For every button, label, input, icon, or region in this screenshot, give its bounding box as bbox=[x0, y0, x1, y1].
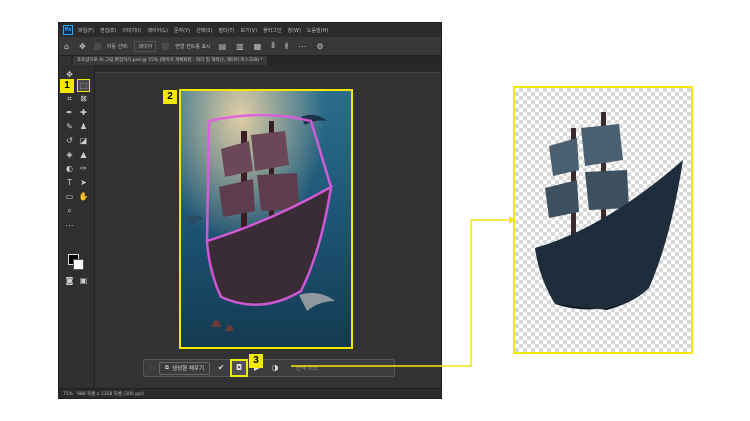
options-bar: ⌂ ✥ 자동 선택: 레이어 변형 컨트롤 표시 ▤ ▥ ▦ ⫴ ⫵ ⋯ ⚙ bbox=[59, 37, 441, 56]
document-size: 988 픽셀 x 1358 픽셀 (300 ppi) bbox=[77, 392, 144, 397]
contextual-task-bar: ⋮ ⧉ 생성형 채우기 ✔ ◘ ▶ ◑ 선택 취소 bbox=[143, 359, 395, 377]
menu-edit[interactable]: 편집(E) bbox=[100, 27, 116, 34]
frame-tool-icon[interactable]: ⊠ bbox=[78, 93, 89, 104]
auto-select-label: 자동 선택: bbox=[106, 43, 129, 50]
photoshop-logo: Ps bbox=[63, 25, 73, 35]
hand-tool-icon[interactable]: ✋ bbox=[78, 191, 89, 202]
blur-tool-icon[interactable]: ▲ bbox=[78, 149, 89, 160]
stamp-tool-icon[interactable]: ♟ bbox=[78, 121, 89, 132]
adjustment-icon[interactable]: ◑ bbox=[268, 361, 282, 375]
document-tab[interactable]: 포토샵으로 AI 그림 편집하기.psd @ 75% (레이어 개체화된 : 피… bbox=[73, 56, 267, 65]
drag-handle-icon[interactable]: ⋮ bbox=[147, 364, 154, 372]
move-tool-icon[interactable]: ✥ bbox=[79, 42, 86, 51]
deselect-button[interactable]: 선택 취소 bbox=[296, 364, 318, 372]
callout-3: 3 bbox=[249, 354, 263, 368]
document-canvas[interactable] bbox=[179, 89, 353, 349]
crop-tool-icon[interactable]: ⌗ bbox=[64, 93, 75, 104]
layer-select-dropdown[interactable]: 레이어 bbox=[134, 40, 157, 52]
path-selection-tool-icon[interactable]: ➤ bbox=[78, 177, 89, 188]
document-tab-bar: 포토샵으로 AI 그림 편집하기.psd @ 75% (레이어 개체화된 : 피… bbox=[71, 56, 441, 65]
menu-image[interactable]: 이미지(I) bbox=[122, 27, 141, 34]
distribute-vertical-icon[interactable]: ⫵ bbox=[285, 41, 289, 51]
auto-select-checkbox[interactable] bbox=[93, 42, 101, 50]
status-bar: 75% 988 픽셀 x 1358 픽셀 (300 ppi) bbox=[59, 388, 441, 398]
align-left-icon[interactable]: ▤ bbox=[219, 42, 227, 51]
callout-2: 2 bbox=[163, 90, 177, 104]
result-preview bbox=[513, 86, 693, 354]
home-icon[interactable]: ⌂ bbox=[64, 42, 69, 51]
menu-filter[interactable]: 필터(T) bbox=[218, 27, 234, 34]
menu-plugins[interactable]: 플러그인 bbox=[263, 27, 281, 34]
distribute-icon[interactable]: ⫴ bbox=[271, 41, 274, 51]
brush-adjust-icon[interactable]: ✔ bbox=[214, 361, 228, 375]
history-brush-tool-icon[interactable]: ↺ bbox=[64, 135, 75, 146]
gear-icon[interactable]: ⚙ bbox=[316, 42, 323, 51]
spot-healing-tool-icon[interactable]: ✚ bbox=[78, 107, 89, 118]
layer-mask-button[interactable]: ◘ bbox=[230, 359, 249, 377]
menu-layer[interactable]: 레이어(L) bbox=[147, 27, 168, 34]
menu-window[interactable]: 창(W) bbox=[287, 27, 300, 34]
align-center-icon[interactable]: ▥ bbox=[236, 42, 244, 51]
menu-bar: Ps 파일(F) 편집(E) 이미지(I) 레이어(L) 문자(Y) 선택(S)… bbox=[59, 23, 441, 37]
callout-1: 1 bbox=[60, 79, 74, 93]
brush-tool-icon[interactable]: ✎ bbox=[64, 121, 75, 132]
object-selection-tool-icon[interactable]: ⬚ bbox=[77, 79, 90, 92]
type-tool-icon[interactable]: T bbox=[64, 177, 75, 188]
eraser-tool-icon[interactable]: ◪ bbox=[78, 135, 89, 146]
pirate-ship-artwork bbox=[181, 91, 351, 347]
menu-view[interactable]: 보기(V) bbox=[241, 27, 258, 34]
rectangle-tool-icon[interactable]: ▭ bbox=[64, 191, 75, 202]
more-options-icon[interactable]: ⋯ bbox=[298, 42, 306, 51]
zoom-tool-icon[interactable]: ⌕ bbox=[64, 205, 75, 216]
photoshop-window: Ps 파일(F) 편집(E) 이미지(I) 레이어(L) 문자(Y) 선택(S)… bbox=[58, 22, 442, 399]
menu-select[interactable]: 선택(S) bbox=[196, 27, 212, 34]
transform-controls-checkbox[interactable] bbox=[162, 42, 170, 50]
menu-file[interactable]: 파일(F) bbox=[78, 27, 94, 34]
pen-tool-icon[interactable]: ✑ bbox=[78, 163, 89, 174]
background-color-swatch[interactable] bbox=[73, 259, 84, 270]
horizontal-ruler bbox=[83, 65, 441, 73]
generative-fill-label: 생성형 채우기 bbox=[171, 366, 205, 372]
generative-fill-icon: ⧉ bbox=[165, 364, 169, 371]
eyedropper-tool-icon[interactable]: ✒ bbox=[64, 107, 75, 118]
paint-bucket-tool-icon[interactable]: ◈ bbox=[64, 149, 75, 160]
generative-fill-button[interactable]: ⧉ 생성형 채우기 bbox=[159, 361, 211, 375]
extracted-ship-image bbox=[535, 112, 683, 310]
transform-controls-label: 변형 컨트롤 표시 bbox=[175, 43, 211, 50]
align-right-icon[interactable]: ▦ bbox=[254, 42, 262, 51]
menu-type[interactable]: 문자(Y) bbox=[174, 27, 190, 34]
more-tools-icon[interactable]: ⋯ bbox=[64, 220, 75, 231]
menu-help[interactable]: 도움말(H) bbox=[307, 27, 328, 34]
dodge-tool-icon[interactable]: ◐ bbox=[64, 163, 75, 174]
toolbar: ✥ ⬚ ⌗ ⊠ ✒ ✚ ✎ ♟ ↺ ◪ ◈ ▲ ◐ ✑ T ➤ ▭ ✋ ⌕ ⋯ … bbox=[59, 65, 95, 388]
zoom-level: 75% bbox=[63, 391, 74, 397]
quick-mask-icon[interactable]: ◙ bbox=[64, 275, 75, 286]
screen-mode-icon[interactable]: ▣ bbox=[78, 275, 89, 286]
